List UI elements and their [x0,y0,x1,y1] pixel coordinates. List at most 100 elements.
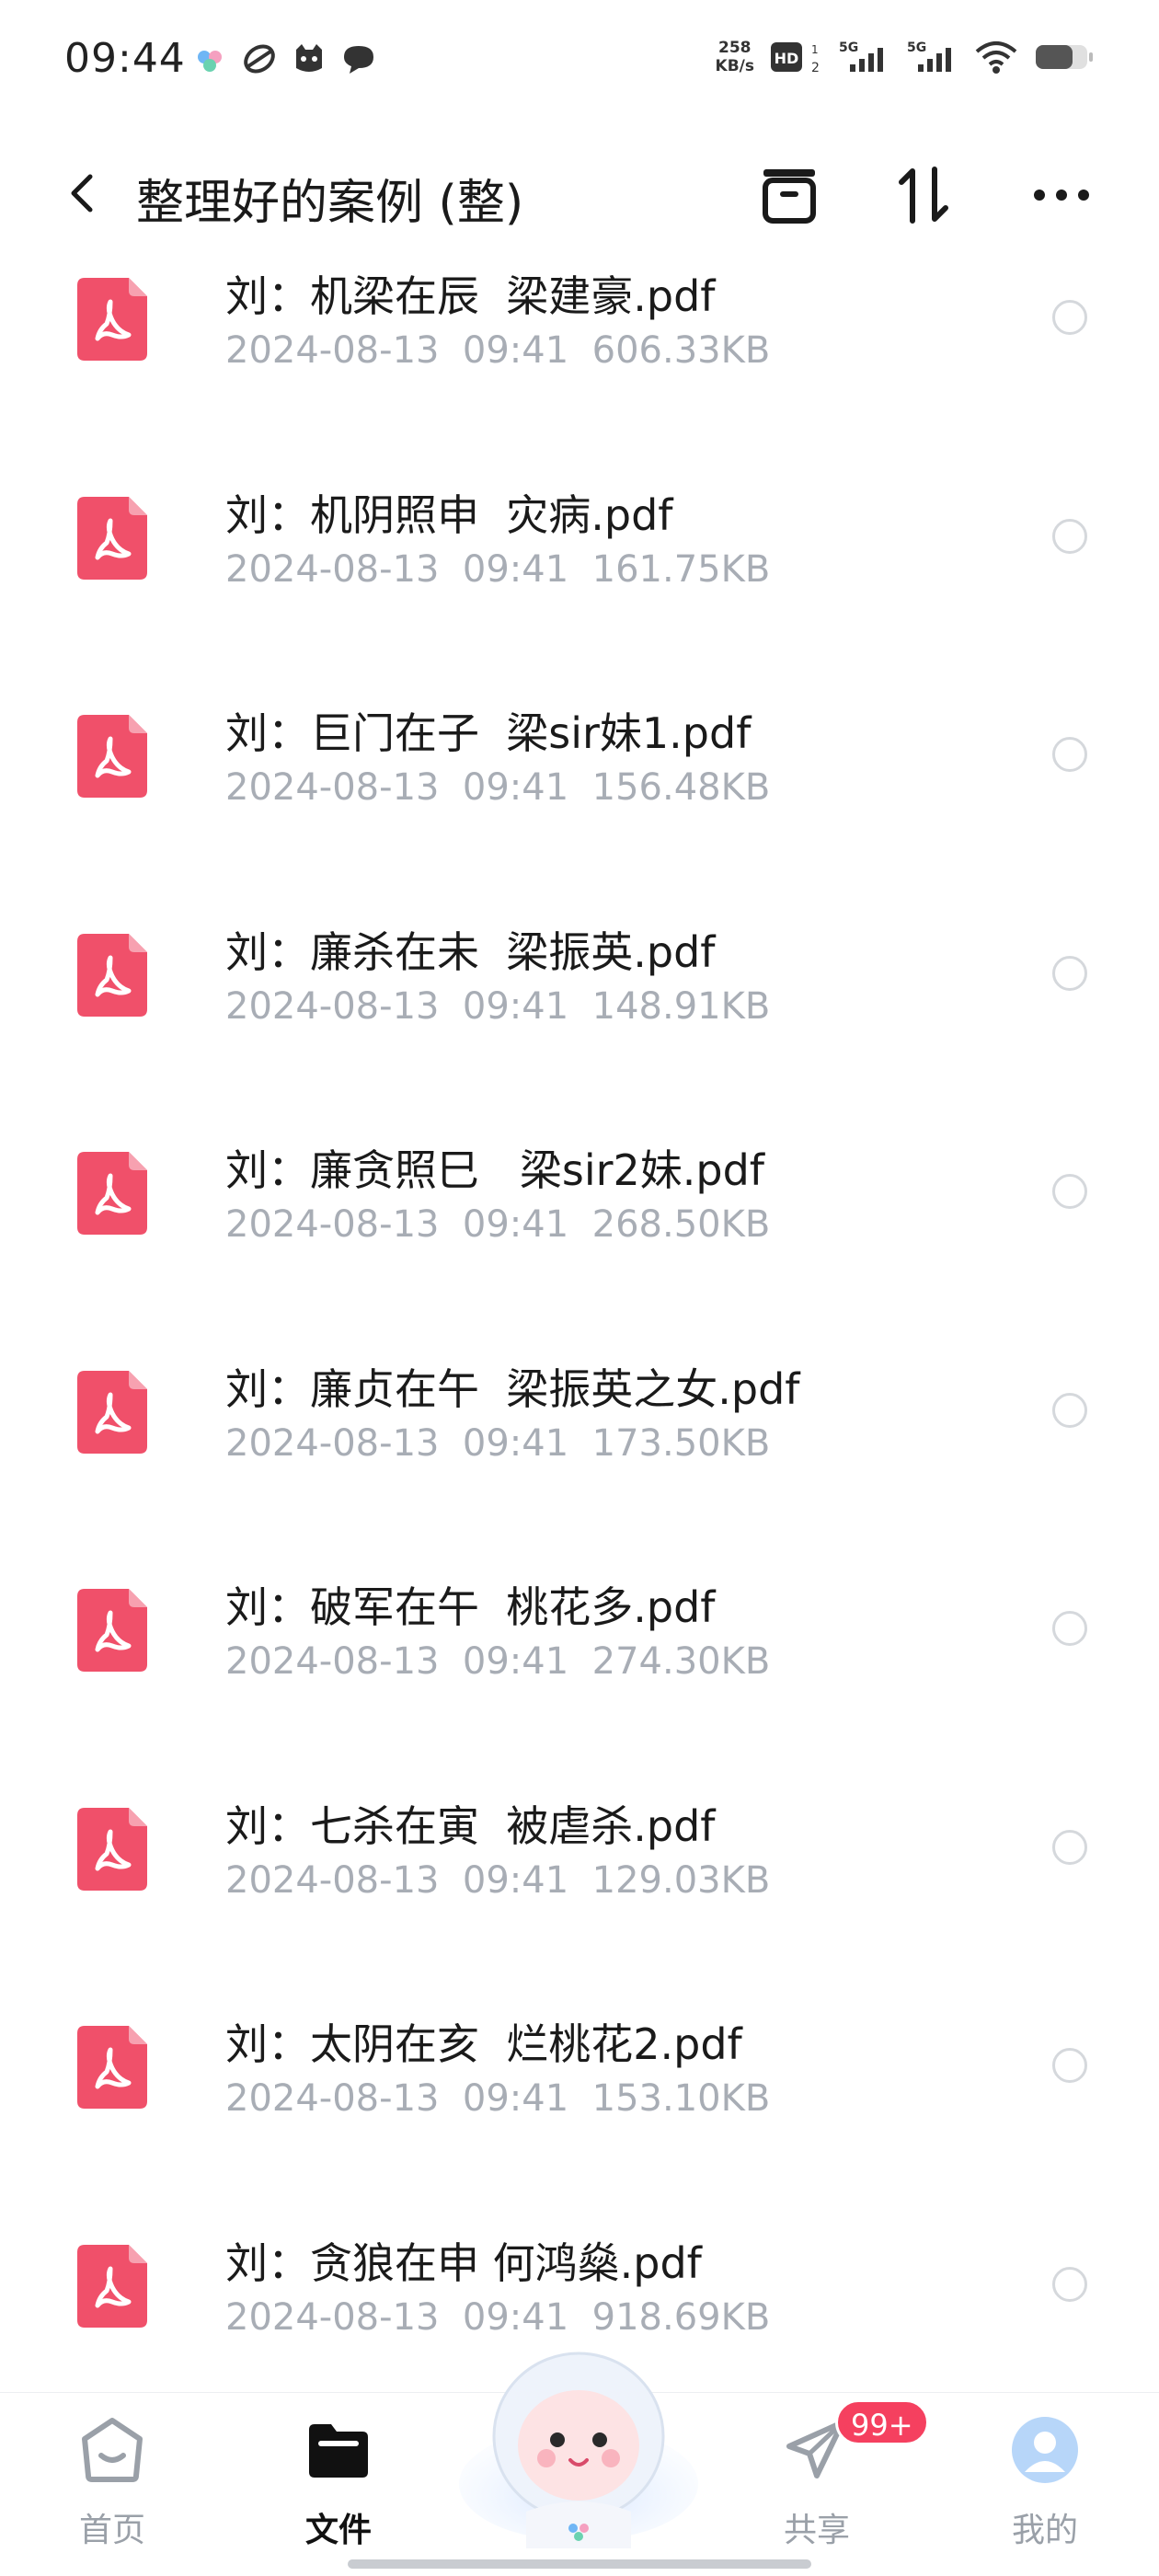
tab-files[interactable]: 文件 [247,2393,430,2576]
more-icon [1034,190,1089,201]
file-name: 刘：七杀在寅 被虐杀.pdf [225,1800,716,1851]
file-date: 2024-08-13 [225,1203,440,1246]
tab-mine[interactable]: 我的 [953,2393,1137,2576]
select-checkbox[interactable] [1052,737,1087,772]
file-size: 606.33KB [591,329,771,372]
status-time: 09:44 [64,35,186,82]
file-meta: 2024-08-13 09:41 161.75KB [225,548,770,591]
select-checkbox[interactable] [1052,1611,1087,1646]
file-row[interactable]: 刘：廉贞在午 梁振英之女.pdf 2024-08-13 09:41 173.50… [0,1325,1159,1544]
notification-badge: 99+ [835,2399,929,2445]
file-row[interactable]: 刘：破军在午 桃花多.pdf 2024-08-13 09:41 274.30KB [0,1543,1159,1762]
pdf-file-icon [77,278,147,361]
battery-icon [1036,45,1093,69]
system-indicators: 258 KB/s HD 1 2 5G 5G [716,37,1095,77]
file-size: 161.75KB [591,547,771,591]
file-date: 2024-08-13 [225,2077,440,2120]
select-checkbox[interactable] [1052,518,1087,554]
file-size: 918.69KB [591,2295,771,2339]
status-bar: 09:44 258 KB/s HD 1 2 5G 5G [0,0,1159,120]
file-meta: 2024-08-13 09:41 918.69KB [225,2296,770,2339]
file-meta: 2024-08-13 09:41 606.33KB [225,329,770,372]
file-size: 129.03KB [591,1858,771,1902]
file-row[interactable]: 刘：廉贪照巳 梁sir2妹.pdf 2024-08-13 09:41 268.5… [0,1106,1159,1325]
file-size: 156.48KB [591,766,771,809]
signal-icon-2: 5G [907,40,951,72]
file-name: 刘：巨门在子 梁sir妹1.pdf [225,708,752,758]
pdf-file-icon [77,1370,147,1454]
file-list: 刘：机梁在辰 梁建豪.pdf 2024-08-13 09:41 606.33KB… [0,232,1159,2417]
file-row[interactable]: 刘：巨门在子 梁sir妹1.pdf 2024-08-13 09:41 156.4… [0,669,1159,888]
select-checkbox[interactable] [1052,2048,1087,2083]
svg-text:5G: 5G [907,40,926,55]
select-checkbox[interactable] [1052,1174,1087,1209]
file-name: 刘：贪狼在申 何鸿燊.pdf [225,2237,702,2288]
pdf-file-icon [77,2026,147,2109]
file-row[interactable]: 刘：机阴照申 灾病.pdf 2024-08-13 09:41 161.75KB [0,451,1159,670]
file-row[interactable]: 刘：廉杀在未 梁振英.pdf 2024-08-13 09:41 148.91KB [0,888,1159,1107]
file-size: 153.10KB [591,2077,771,2120]
file-date: 2024-08-13 [225,984,440,1028]
file-name: 刘：机梁在辰 梁建豪.pdf [225,271,716,321]
file-name: 刘：廉杀在未 梁振英.pdf [225,926,716,977]
file-date: 2024-08-13 [225,1640,440,1683]
home-indicator[interactable] [348,2559,811,2569]
select-checkbox[interactable] [1052,1829,1087,1865]
app-cat-icon [296,44,322,72]
hd-voice-icon: HD 1 2 [771,42,820,75]
tab-files-label: 文件 [304,2512,372,2549]
pdf-file-icon [77,1807,147,1891]
file-date: 2024-08-13 [225,1858,440,1902]
file-time: 09:41 [462,2077,569,2120]
file-meta: 2024-08-13 09:41 129.03KB [225,1859,770,1902]
pdf-file-icon [77,2244,147,2328]
svg-text:5G: 5G [839,40,858,55]
file-row[interactable]: 刘：七杀在寅 被虐杀.pdf 2024-08-13 09:41 129.03KB [0,1762,1159,1981]
file-size: 274.30KB [591,1640,771,1683]
file-size: 148.91KB [591,984,771,1028]
file-meta: 2024-08-13 09:41 156.48KB [225,766,770,809]
pdf-file-icon [77,1152,147,1235]
file-time: 09:41 [462,2295,569,2339]
file-date: 2024-08-13 [225,2295,440,2339]
chat-bubble-icon [344,46,373,74]
file-name: 刘：廉贪照巳 梁sir2妹.pdf [225,1145,765,1195]
file-name: 刘：太阴在亥 烂桃花2.pdf [225,2019,742,2069]
tab-mine-label: 我的 [1011,2512,1078,2549]
sort-button[interactable] [889,160,958,230]
back-button[interactable] [55,166,110,221]
file-name: 刘：破军在午 桃花多.pdf [225,1582,716,1632]
select-checkbox[interactable] [1052,300,1087,335]
svg-text:2: 2 [811,61,820,75]
file-time: 09:41 [462,329,569,372]
home-icon [82,2418,143,2482]
file-time: 09:41 [462,1203,569,1246]
svg-text:HD: HD [775,50,799,67]
select-checkbox[interactable] [1052,955,1087,991]
file-meta: 2024-08-13 09:41 173.50KB [225,1422,770,1465]
file-date: 2024-08-13 [225,329,440,372]
archive-button[interactable] [754,160,824,230]
folder-icon [309,2424,368,2478]
network-speed: 258 KB/s [715,39,754,75]
file-date: 2024-08-13 [225,1421,440,1465]
file-date: 2024-08-13 [225,547,440,591]
wifi-icon [975,41,1017,74]
svg-text:1: 1 [811,43,819,56]
file-size: 173.50KB [591,1421,771,1465]
select-checkbox[interactable] [1052,2266,1087,2302]
app-swirl-icon [244,44,275,74]
avatar-icon [1012,2417,1078,2483]
more-button[interactable] [1027,160,1096,230]
tab-home[interactable]: 首页 [20,2393,204,2576]
page-title: 整理好的案例 (整) [136,176,524,231]
pdf-file-icon [77,933,147,1017]
file-row[interactable]: 刘：机梁在辰 梁建豪.pdf 2024-08-13 09:41 606.33KB [0,232,1159,451]
pdf-file-icon [77,715,147,798]
archive-icon [763,169,816,224]
file-row[interactable]: 刘：太阴在亥 烂桃花2.pdf 2024-08-13 09:41 153.10K… [0,1980,1159,2199]
file-name: 刘：廉贞在午 梁振英之女.pdf [225,1363,800,1414]
select-checkbox[interactable] [1052,1392,1087,1428]
ai-assistant-mascot[interactable] [454,2337,703,2548]
file-time: 09:41 [462,984,569,1028]
